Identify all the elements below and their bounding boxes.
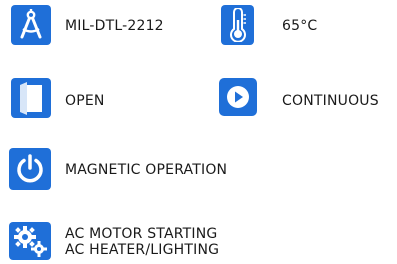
power-icon [9, 148, 51, 190]
spec-label-application-line1: AC MOTOR STARTING [65, 226, 218, 242]
thermometer-icon [221, 5, 254, 45]
gears-icon [9, 222, 51, 260]
spec-label-operation: MAGNETIC OPERATION [65, 162, 228, 178]
spec-label-standard: MIL-DTL-2212 [65, 18, 164, 34]
compass-icon [11, 5, 51, 45]
spec-label-enclosure: OPEN [65, 93, 105, 109]
open-box-icon [11, 78, 51, 118]
spec-label-temperature: 65°C [282, 18, 318, 34]
spec-label-duty: CONTINUOUS [282, 93, 379, 109]
spec-label-application-line2: AC HEATER/LIGHTING [65, 242, 220, 258]
play-icon [219, 78, 257, 116]
